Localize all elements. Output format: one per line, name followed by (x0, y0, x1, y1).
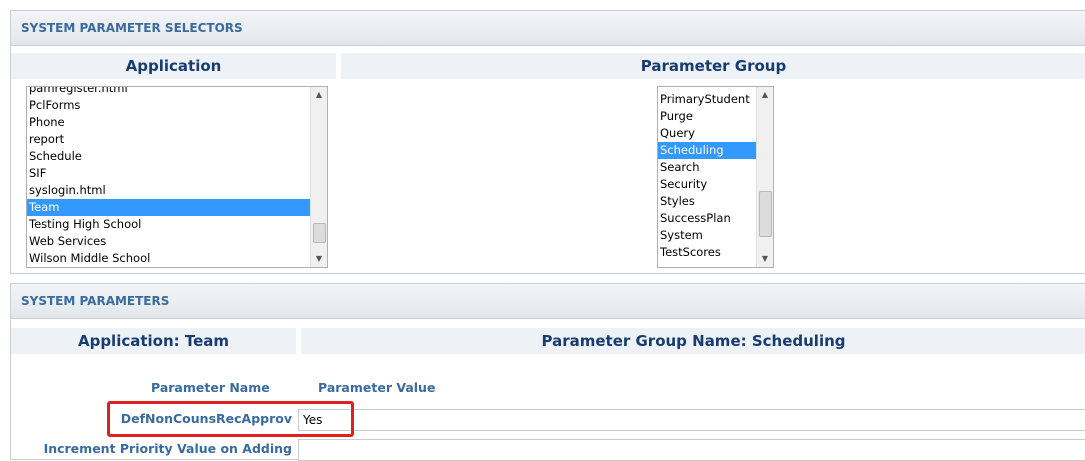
parameter-group-listbox[interactable]: PrimaryStudent Purge Query Scheduling Search… (657, 86, 774, 268)
application-title: Application: Team (11, 328, 296, 354)
list-item[interactable]: Team (27, 199, 310, 216)
highlight-box (107, 401, 354, 437)
list-item[interactable]: SuccessPlan (658, 210, 756, 227)
application-column-header: Application (11, 53, 336, 79)
parameter-value-field[interactable] (298, 439, 1085, 461)
list-item[interactable]: Styles (658, 193, 756, 210)
scroll-thumb[interactable] (759, 191, 772, 237)
parameter-group-scrollbar[interactable]: ▲ ▼ (756, 87, 773, 267)
list-item[interactable]: Purge (658, 108, 756, 125)
parameter-value-field[interactable]: Yes (298, 409, 1085, 431)
list-item[interactable]: SIF (27, 165, 310, 182)
list-item[interactable]: syslogin.html (27, 182, 310, 199)
list-item[interactable]: report (27, 131, 310, 148)
scroll-up-icon[interactable]: ▲ (757, 87, 773, 103)
list-item[interactable]: System (658, 227, 756, 244)
list-item[interactable]: Testing High School (27, 216, 310, 233)
application-scrollbar[interactable]: ▲ ▼ (310, 87, 327, 267)
parameter-group-title: Parameter Group Name: Scheduling (301, 328, 1085, 354)
parameters-panel: SYSTEM PARAMETERS Application: Team Para… (10, 283, 1085, 461)
scroll-down-icon[interactable]: ▼ (757, 251, 773, 267)
list-item[interactable]: PrimaryStudent (658, 91, 756, 108)
scroll-up-icon[interactable]: ▲ (311, 87, 327, 103)
list-item[interactable]: Web Services (27, 233, 310, 250)
parameter-group-column-header: Parameter Group (341, 53, 1085, 79)
parameter-group-list-items: PrimaryStudent Purge Query Scheduling Search… (658, 91, 756, 261)
selectors-header: SYSTEM PARAMETER SELECTORS (11, 11, 1085, 46)
list-item[interactable]: PclForms (27, 97, 310, 114)
selectors-panel: SYSTEM PARAMETER SELECTORS Application P… (10, 10, 1085, 274)
list-item[interactable]: Security (658, 176, 756, 193)
parameters-header: SYSTEM PARAMETERS (11, 284, 1085, 319)
list-item[interactable]: Schedule (27, 148, 310, 165)
application-listbox[interactable]: pamregister.html PclForms Phone report Sched… (26, 86, 328, 268)
list-item[interactable]: Scheduling (658, 142, 756, 159)
application-list-items: pamregister.html PclForms Phone report Sched… (27, 87, 310, 267)
list-item[interactable]: Wilson Middle School (27, 250, 310, 267)
parameter-value-column-header: Parameter Value (318, 380, 436, 395)
list-item[interactable]: Search (658, 159, 756, 176)
parameter-name-label: Increment Priority Value on Adding (43, 441, 292, 456)
scroll-thumb[interactable] (313, 223, 326, 243)
scroll-down-icon[interactable]: ▼ (311, 251, 327, 267)
parameter-name-column-header: Parameter Name (151, 380, 270, 395)
list-item[interactable]: Query (658, 125, 756, 142)
list-item[interactable]: Phone (27, 114, 310, 131)
list-item[interactable]: pamregister.html (27, 87, 310, 97)
list-item[interactable]: TestScores (658, 244, 756, 261)
